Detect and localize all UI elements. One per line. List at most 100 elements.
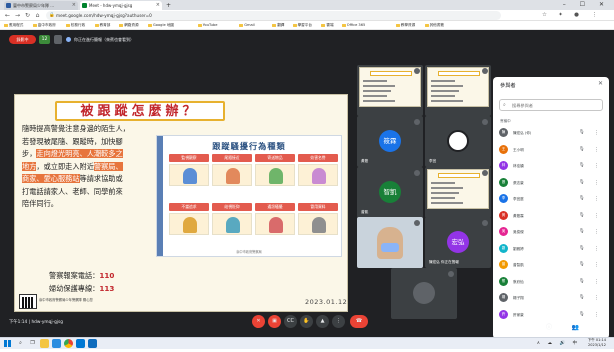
participant-tile[interactable]: 智凱 曾凱 [357,167,423,218]
more-options-icon[interactable]: ⋮ [594,191,599,207]
participant-name: 蔡欣怡 [513,279,524,284]
mic-off-icon[interactable]: 🎙 [579,224,585,240]
participant-row[interactable]: 劉劉雅婷 🎙 ⋮ [499,241,603,257]
taskbar-clock[interactable]: 下午 01:14 2023/1/12 [588,338,606,348]
participant-tile[interactable]: 筱霖 黃筱 [357,116,423,167]
participant-tile[interactable]: 宏弘 陳宏弘 你正在簡報 [425,217,491,268]
bookmark-item[interactable]: Google 地圖 [148,21,174,30]
participant-tile[interactable] [357,65,423,116]
raise-hand-button[interactable]: ✋ [300,315,313,328]
reload-icon[interactable]: ↻ [23,10,32,21]
bookmark-star-icon[interactable]: ☆ [540,11,549,20]
camera-off-button[interactable]: ▣ [268,315,281,328]
search-icon[interactable]: ⌕ [16,339,25,348]
close-icon[interactable]: ✕ [598,80,603,87]
chrome-icon[interactable] [64,339,73,348]
more-options-icon[interactable]: ⋮ [594,290,599,306]
window-controls[interactable]: – ☐ ✕ [563,0,610,10]
extension-icon[interactable]: ✦ [556,11,565,20]
meet-favicon-icon [82,3,87,8]
present-button[interactable]: ▲ [316,315,329,328]
store-icon[interactable] [76,339,85,348]
participant-avatar: 林 [499,161,508,170]
slide-text: 陪伴同行。 [22,199,58,208]
end-call-button[interactable]: ☎ [350,315,368,328]
mic-off-icon[interactable]: 🎙 [579,208,585,224]
person-figure-icon [312,217,326,233]
more-options-icon[interactable]: ⋮ [594,224,599,240]
bookmark-item[interactable]: 教育部 [94,21,110,30]
participant-search-input[interactable]: ⌕ 搜尋參與者 [499,99,603,111]
mic-off-icon[interactable]: 🎙 [579,125,585,141]
mic-off-button[interactable]: ✕ [252,315,265,328]
task-view-icon[interactable]: ❐ [28,339,37,348]
edge-icon[interactable] [52,339,61,348]
new-tab-button[interactable]: + [164,1,174,10]
url-field[interactable]: 🔒 meet.google.com/hdw-ymqj-gjsg?authuser… [46,11,501,20]
file-explorer-icon[interactable] [40,339,49,348]
bookmark-item[interactable]: 校務行政 [65,21,85,30]
participant-row[interactable]: 張張志豪 🎙 ⋮ [499,175,603,191]
profile-icon[interactable]: ● [572,11,581,20]
bookmark-item[interactable]: YouTube [197,21,217,30]
bookmark-item[interactable]: 網路資源 [119,21,139,30]
close-tab-icon[interactable]: × [72,1,76,10]
more-options-icon[interactable]: ⋮ [594,125,599,141]
participant-row[interactable]: 王王小明 🎙 ⋮ [499,142,603,158]
participant-row[interactable]: 楊 楊子翔 🎙 ⋮ [499,290,603,306]
mic-off-icon[interactable]: 🎙 [579,158,585,174]
menu-icon[interactable]: ⋮ [590,11,599,20]
more-options-icon[interactable]: ⋮ [594,274,599,290]
more-options-icon[interactable]: ⋮ [594,158,599,174]
tab-meet[interactable]: Meet - hdw-ymqj-gjsg × [80,1,162,10]
bookmark-item[interactable]: 臺中市政府 [32,21,56,30]
participant-row[interactable]: 吳 吳俊傑 🎙 ⋮ [499,224,603,240]
more-options-icon[interactable]: ⋮ [594,208,599,224]
participant-row[interactable]: 蔡蔡欣怡 🎙 ⋮ [499,274,603,290]
meet-side-icons[interactable]: ⓘ 👥 💬 ⚙ [546,320,610,347]
participant-tile[interactable] [357,217,423,268]
more-options-icon[interactable]: ⋮ [594,241,599,257]
tab-police[interactable]: 臺中市警察局少年隊 ... × [4,1,78,10]
more-options-icon[interactable]: ⋮ [594,175,599,191]
bookmark-item[interactable]: 學習平台 [292,21,312,30]
mic-off-icon[interactable]: 🎙 [579,290,585,306]
participant-row[interactable]: 李 李宜庭 🎙 ⋮ [499,191,603,207]
bookmark-item[interactable]: 應用程式 [4,21,23,30]
mini-slide-preview [427,169,489,209]
participant-row[interactable]: 黃黃筱霖 🎙 ⋮ [499,208,603,224]
close-tab-icon[interactable]: × [156,1,160,10]
more-options-icon[interactable]: ⋮ [594,142,599,158]
start-icon[interactable] [4,340,11,347]
mail-icon[interactable] [88,339,97,348]
home-icon[interactable]: ⌂ [33,10,42,21]
participant-row[interactable]: 曾 曾智凱 🎙 ⋮ [499,257,603,273]
participant-tile[interactable] [425,65,491,116]
bookmark-item[interactable]: 其他書籤 [424,21,444,30]
mic-off-icon[interactable]: 🎙 [579,241,585,257]
bookmark-item[interactable]: Gmail [239,21,255,30]
mic-off-icon[interactable]: 🎙 [579,274,585,290]
harassment-type-label: 監視觀察 [169,154,209,162]
captions-button[interactable]: CC [284,315,297,328]
bookmark-item[interactable]: 雲端 [321,21,334,30]
mic-off-icon[interactable]: 🎙 [579,142,585,158]
more-options-icon[interactable]: ⋮ [594,257,599,273]
layout-icon[interactable] [54,35,62,44]
mic-off-icon[interactable]: 🎙 [579,175,585,191]
system-tray[interactable]: ∧ ☁ 🔊 中 [537,338,580,349]
participant-avatar: 宏弘 [447,231,469,253]
participant-tile[interactable]: 李宜 [425,116,491,167]
participant-row[interactable]: 陳 陳宏弘 (你) 🎙 ⋮ [499,125,603,141]
more-options-button[interactable]: ⋮ [332,315,345,328]
mic-off-icon[interactable]: 🎙 [579,257,585,273]
bookmark-item[interactable]: 教學資源 [395,21,415,30]
participant-row[interactable]: 林 林佳穎 🎙 ⋮ [499,158,603,174]
mic-off-icon[interactable]: 🎙 [579,191,585,207]
back-icon[interactable]: ← [3,10,12,21]
forward-icon[interactable]: → [13,10,22,21]
bookmark-item[interactable]: 翻譯 [272,21,284,30]
mini-slide-line [431,202,463,204]
participant-tile[interactable] [425,167,491,218]
bookmark-item[interactable]: Office 365 [341,21,365,30]
